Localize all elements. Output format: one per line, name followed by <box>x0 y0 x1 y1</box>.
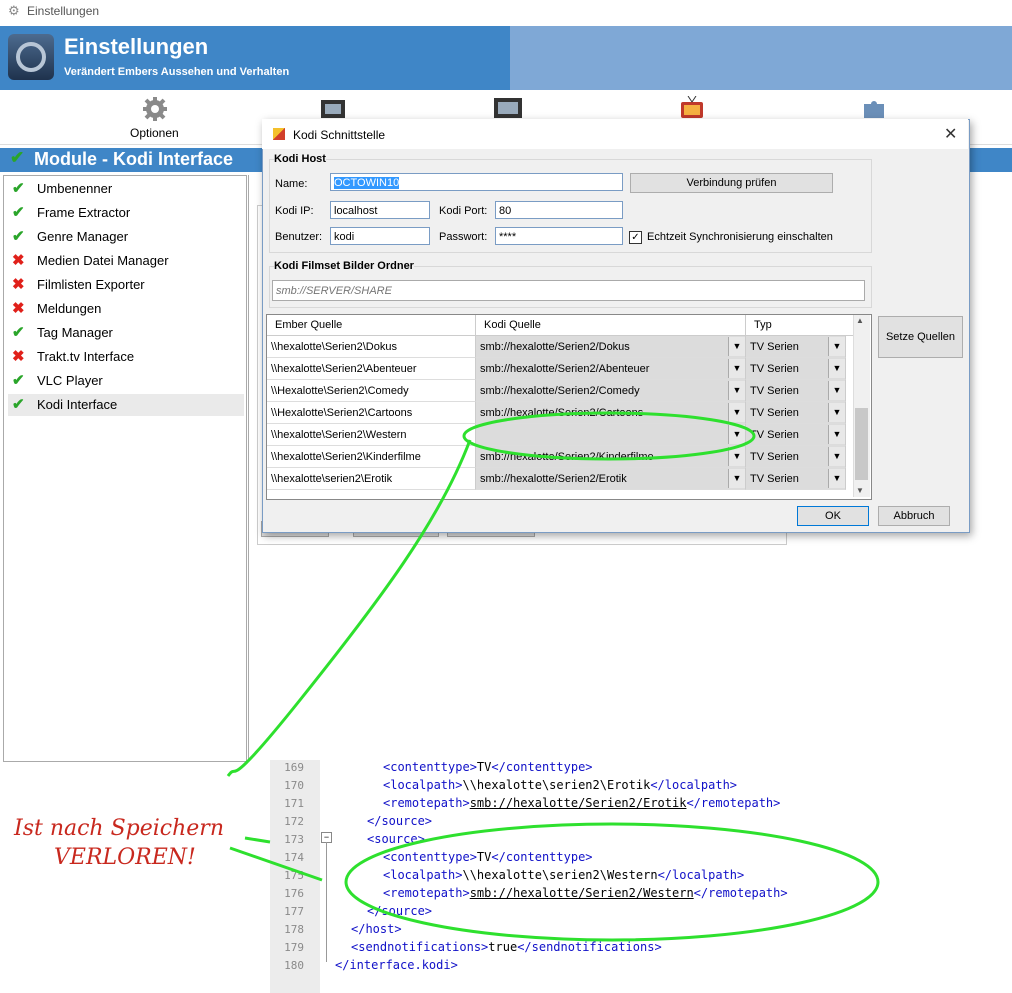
annotation-text-line2: VERLOREN! <box>54 845 196 870</box>
arrow-stroke-2 <box>229 846 323 882</box>
highlight-ellipse-code <box>344 822 880 942</box>
annotation-text-line1: Ist nach Speichern <box>14 816 224 841</box>
arrow-stroke-1 <box>244 836 271 844</box>
highlight-ellipse-grid <box>462 411 756 461</box>
connector-line <box>226 439 472 777</box>
